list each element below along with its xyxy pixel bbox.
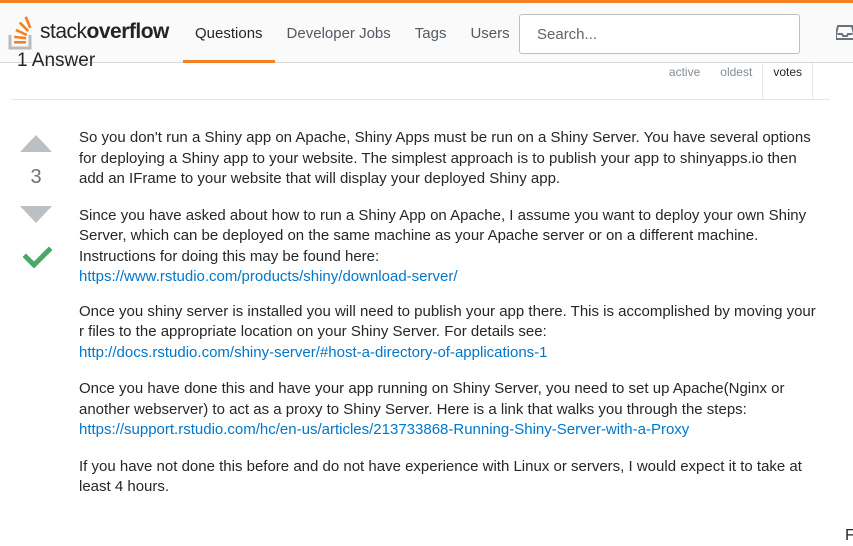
- stack-logo-icon: [8, 16, 32, 50]
- answer-paragraph: If you have not done this before and do …: [79, 457, 802, 496]
- sidebar-edge-text: F: [845, 527, 853, 544]
- answer-paragraph: Once you shiny server is installed you w…: [79, 302, 816, 361]
- nav-questions[interactable]: Questions: [183, 3, 275, 63]
- proxy-article-link[interactable]: https://support.rstudio.com/hc/en-us/art…: [79, 421, 689, 438]
- top-bar: stackoverflow Questions Developer Jobs T…: [0, 0, 853, 63]
- tab-active[interactable]: active: [659, 63, 710, 96]
- tab-oldest[interactable]: oldest: [710, 63, 762, 96]
- shiny-server-docs-link[interactable]: http://docs.rstudio.com/shiny-server/#ho…: [79, 344, 548, 361]
- sort-tabs: active oldest votes: [659, 63, 813, 99]
- vote-count: 3: [30, 166, 42, 188]
- tab-votes[interactable]: votes: [762, 63, 813, 99]
- answer-paragraph: So you don't run a Shiny app on Apache, …: [79, 129, 811, 187]
- nav-users[interactable]: Users: [458, 3, 521, 63]
- answer-paragraph: Since you have asked about how to run a …: [79, 206, 807, 286]
- nav-tags[interactable]: Tags: [403, 3, 459, 63]
- main-nav: Questions Developer Jobs Tags Users: [183, 3, 522, 63]
- downvote-arrow-icon[interactable]: [20, 206, 52, 223]
- answers-header: 1 Answer active oldest votes: [12, 50, 830, 100]
- answer-body: So you don't run a Shiny app on Apache, …: [79, 128, 819, 514]
- answer-count: 1 Answer: [17, 50, 96, 71]
- rstudio-download-link[interactable]: https://www.rstudio.com/products/shiny/d…: [79, 268, 458, 285]
- logo-wordmark: stackoverflow: [40, 20, 169, 43]
- site-logo[interactable]: stackoverflow: [8, 14, 169, 50]
- search-input[interactable]: [519, 14, 800, 54]
- upvote-arrow-icon[interactable]: [20, 135, 52, 152]
- answer-paragraph: Once you have done this and have your ap…: [79, 380, 785, 438]
- accepted-checkmark-icon: [23, 247, 52, 269]
- nav-developer-jobs[interactable]: Developer Jobs: [275, 3, 403, 63]
- inbox-icon[interactable]: [836, 24, 853, 40]
